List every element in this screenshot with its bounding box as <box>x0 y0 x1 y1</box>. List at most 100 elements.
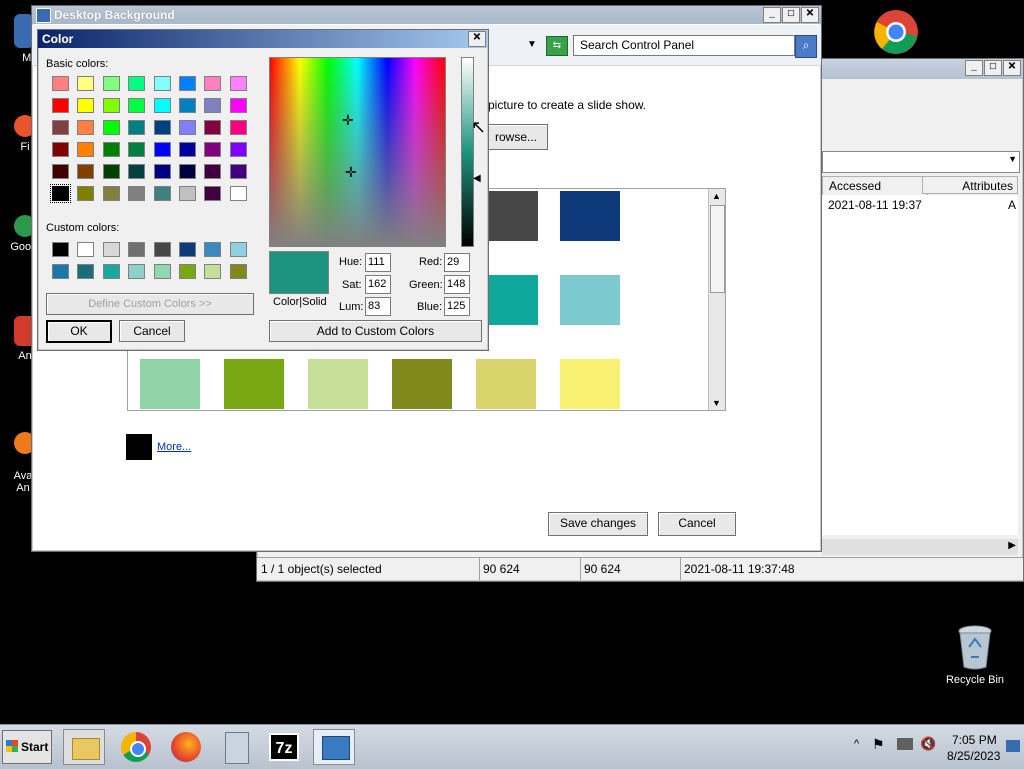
luminance-bar[interactable] <box>461 57 474 247</box>
desktop-icon-recycle-bin[interactable]: Recycle Bin <box>940 625 1010 686</box>
search-input[interactable]: Search Control Panel <box>573 35 795 56</box>
color-swatch[interactable] <box>204 164 222 179</box>
cancel-button[interactable]: Cancel <box>658 512 736 536</box>
color-swatch[interactable] <box>229 242 247 257</box>
color-swatch[interactable] <box>153 76 171 91</box>
save-changes-button[interactable]: Save changes <box>548 512 648 536</box>
color-swatch[interactable] <box>52 242 69 257</box>
color-swatch[interactable] <box>179 164 196 179</box>
taskbar-explorer[interactable] <box>63 729 105 765</box>
color-swatch[interactable] <box>229 120 247 135</box>
color-swatch[interactable] <box>153 142 171 157</box>
color-swatch[interactable] <box>52 264 69 279</box>
taskbar-7zip[interactable]: 7z <box>264 729 306 765</box>
color-swatch[interactable] <box>204 142 222 157</box>
show-desktop-icon[interactable] <box>1006 740 1020 752</box>
lum-field[interactable]: 83 <box>365 297 391 316</box>
volume-muted-icon[interactable]: 🔇 <box>920 736 936 752</box>
background-tile[interactable] <box>308 359 368 409</box>
color-swatch[interactable] <box>153 186 171 201</box>
red-field[interactable]: 29 <box>444 253 470 272</box>
color-swatch[interactable] <box>179 142 196 157</box>
color-swatch[interactable] <box>153 242 171 257</box>
color-swatch[interactable] <box>77 264 95 279</box>
green-field[interactable]: 148 <box>444 275 470 294</box>
color-swatch[interactable] <box>204 264 222 279</box>
taskbar-firefox[interactable] <box>166 729 208 765</box>
taskbar-control-panel[interactable] <box>313 729 355 765</box>
color-swatch[interactable] <box>229 164 247 179</box>
color-swatch[interactable] <box>153 264 171 279</box>
color-swatch[interactable] <box>77 98 95 113</box>
color-swatch[interactable] <box>102 142 120 157</box>
color-swatch[interactable] <box>77 76 95 91</box>
sat-field[interactable]: 162 <box>365 275 391 294</box>
color-swatch[interactable] <box>153 120 171 135</box>
color-swatch[interactable] <box>50 184 71 203</box>
background-tile[interactable] <box>476 359 536 409</box>
color-swatch[interactable] <box>128 98 146 113</box>
tray-expand-icon[interactable]: ^ <box>854 738 859 750</box>
minimize-button[interactable]: _ <box>763 7 781 23</box>
color-swatch[interactable] <box>179 242 196 257</box>
background-tile[interactable] <box>140 359 200 409</box>
scroll-thumb[interactable] <box>710 205 725 293</box>
color-swatch[interactable] <box>52 142 69 157</box>
vertical-scrollbar[interactable]: ▲ ▼ <box>708 189 725 410</box>
color-swatch[interactable] <box>229 142 247 157</box>
color-swatch[interactable] <box>52 98 69 113</box>
taskbar-chrome[interactable] <box>116 729 158 765</box>
scroll-right-icon[interactable]: ▶ <box>1008 540 1016 551</box>
flag-icon[interactable]: ⚑ <box>872 736 885 753</box>
add-to-custom-colors-button[interactable]: Add to Custom Colors <box>269 320 482 342</box>
background-tile[interactable] <box>224 359 284 409</box>
color-swatch[interactable] <box>102 120 120 135</box>
background-tile[interactable] <box>560 191 620 241</box>
network-icon[interactable] <box>897 738 913 750</box>
more-color-swatch[interactable] <box>126 434 152 460</box>
cancel-button[interactable]: Cancel <box>119 320 185 342</box>
refresh-button[interactable]: ⇆ <box>546 36 568 56</box>
color-swatch[interactable] <box>128 264 146 279</box>
minimize-button[interactable]: _ <box>965 60 983 76</box>
clock-time[interactable]: 7:05 PM <box>952 733 997 747</box>
clock-date[interactable]: 8/25/2023 <box>947 749 1000 763</box>
color-swatch[interactable] <box>128 120 146 135</box>
color-swatch[interactable] <box>102 186 120 201</box>
background-tile[interactable] <box>560 359 620 409</box>
color-swatch[interactable] <box>52 164 69 179</box>
search-icon[interactable]: ⌕ <box>795 35 817 58</box>
color-swatch[interactable] <box>204 98 222 113</box>
background-tile[interactable] <box>560 275 620 325</box>
color-swatch[interactable] <box>229 98 247 113</box>
color-swatch[interactable] <box>179 76 196 91</box>
table-row[interactable]: 2021-08-11 19:37 A <box>828 198 1016 212</box>
color-swatch[interactable] <box>102 164 120 179</box>
color-swatch[interactable] <box>128 76 146 91</box>
scroll-down-icon[interactable]: ▼ <box>712 398 721 408</box>
color-swatch[interactable] <box>153 98 171 113</box>
address-dropdown-arrow[interactable]: ▼ <box>524 36 540 54</box>
color-swatch[interactable] <box>128 242 146 257</box>
color-swatch[interactable] <box>153 164 171 179</box>
color-swatch[interactable] <box>128 142 146 157</box>
background-tile[interactable] <box>392 359 452 409</box>
more-link[interactable]: More... <box>157 441 191 453</box>
browse-button[interactable]: rowse... <box>484 124 548 150</box>
color-swatch[interactable] <box>102 242 120 257</box>
color-swatch[interactable] <box>229 264 247 279</box>
blue-field[interactable]: 125 <box>444 297 470 316</box>
color-swatch[interactable] <box>204 76 222 91</box>
color-swatch[interactable] <box>128 186 146 201</box>
close-button[interactable]: ✕ <box>1003 60 1021 76</box>
maximize-button[interactable]: □ <box>782 7 800 23</box>
close-button[interactable]: ✕ <box>801 7 819 23</box>
color-swatch[interactable] <box>204 186 222 201</box>
color-swatch[interactable] <box>204 242 222 257</box>
ok-button[interactable]: OK <box>46 320 112 343</box>
column-header-accessed[interactable]: Accessed <box>822 176 928 196</box>
color-swatch[interactable] <box>77 120 95 135</box>
color-spectrum[interactable]: ✛ ✛ <box>269 57 446 247</box>
horizontal-scrollbar[interactable]: ▶ <box>822 539 1018 555</box>
hue-field[interactable]: 111 <box>365 253 391 272</box>
